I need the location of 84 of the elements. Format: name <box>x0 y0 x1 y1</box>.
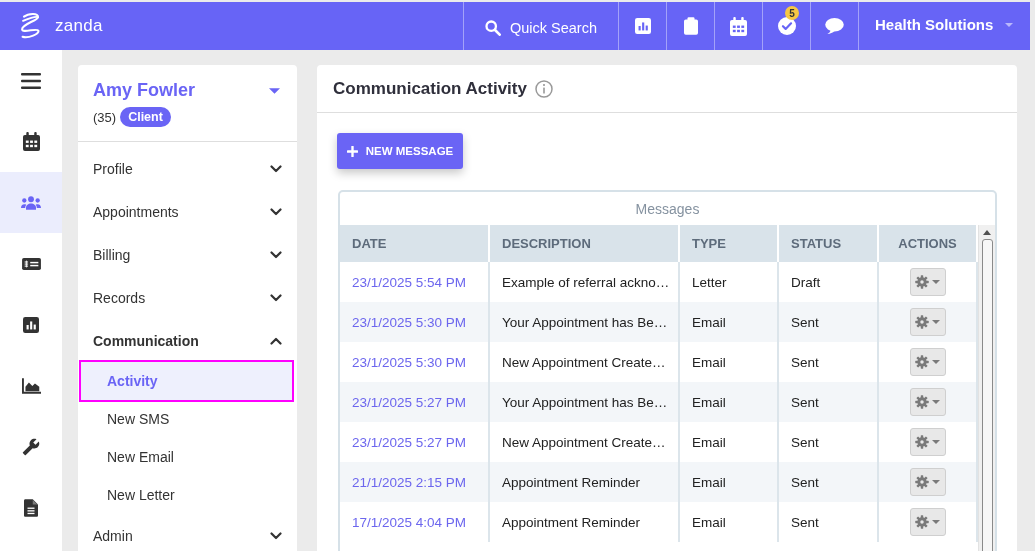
card-icon <box>21 257 41 270</box>
chevron-down-icon <box>270 164 282 173</box>
chevron-down-icon <box>270 293 282 302</box>
date-link[interactable]: 21/1/2025 2:15 PM <box>352 474 467 490</box>
document-icon <box>24 498 38 517</box>
chevron-down-icon <box>270 250 282 259</box>
plus-icon <box>346 145 358 157</box>
caret-icon <box>932 480 940 484</box>
caret-icon <box>932 360 940 364</box>
calendar-icon <box>22 132 40 151</box>
new-message-button[interactable]: NEW MESSAGE <box>337 133 463 169</box>
bar-chart-icon <box>23 316 39 333</box>
gear-icon <box>915 515 929 529</box>
scrollbar[interactable] <box>978 225 995 551</box>
client-badge: Client <box>120 107 171 127</box>
actions-button[interactable] <box>909 428 946 456</box>
actions-button[interactable] <box>909 508 946 536</box>
search-icon <box>484 19 501 36</box>
date-link[interactable]: 23/1/2025 5:27 PM <box>352 394 467 410</box>
gear-icon <box>915 435 929 449</box>
submenu-item[interactable]: Activity <box>81 362 292 400</box>
wrench-icon <box>22 437 40 456</box>
check-circle-icon <box>777 17 796 35</box>
menu-item[interactable]: Communication <box>78 319 297 362</box>
scrollbar-thumb[interactable] <box>981 239 993 551</box>
date-link[interactable]: 17/1/2025 4:04 PM <box>352 514 467 530</box>
date-link[interactable]: 23/1/2025 5:27 PM <box>352 434 467 450</box>
logo-text: zanda <box>55 16 103 36</box>
client-count: (35) <box>93 109 117 125</box>
caret-icon <box>932 520 940 524</box>
menu-item[interactable]: Profile <box>78 147 297 190</box>
quick-search-button[interactable]: Quick Search <box>463 2 618 50</box>
client-name[interactable]: Amy Fowler <box>93 80 196 101</box>
actions-button[interactable] <box>909 388 946 416</box>
submenu-item[interactable]: New Email <box>81 438 292 476</box>
caret-icon <box>932 400 940 404</box>
calendar-icon <box>730 16 747 36</box>
caret-icon <box>932 320 940 324</box>
date-link[interactable]: 23/1/2025 5:30 PM <box>352 314 467 330</box>
caret-icon[interactable] <box>269 87 280 94</box>
chevron-down-icon <box>270 207 282 216</box>
column-header: DESCRIPTION <box>490 225 680 262</box>
menu-icon <box>21 72 41 89</box>
chevron-up-icon <box>270 336 282 345</box>
menu-item[interactable]: Admin <box>78 514 297 551</box>
actions-button[interactable] <box>909 348 946 376</box>
actions-button[interactable] <box>909 308 946 336</box>
info-icon[interactable] <box>534 79 553 98</box>
menu-item[interactable]: Records <box>78 276 297 319</box>
column-header: TYPE <box>680 225 779 262</box>
gear-icon <box>915 395 929 409</box>
bar-chart-icon <box>634 18 651 34</box>
caret-icon <box>932 280 940 284</box>
scroll-up-arrow-icon[interactable] <box>983 230 991 235</box>
caret-icon <box>932 440 940 444</box>
area-chart-icon <box>21 377 41 394</box>
gear-icon <box>915 275 929 289</box>
submenu-item[interactable]: New Letter <box>81 476 292 514</box>
submenu-item[interactable]: New SMS <box>81 400 292 438</box>
date-link[interactable]: 23/1/2025 5:54 PM <box>352 274 467 290</box>
actions-button[interactable] <box>909 268 946 296</box>
page-title: Communication Activity <box>333 78 527 99</box>
column-header: DATE <box>340 225 490 262</box>
chevron-down-icon <box>270 531 282 540</box>
clipboard-icon <box>683 17 698 35</box>
caret-icon <box>1005 22 1014 27</box>
notification-badge: 5 <box>785 6 799 20</box>
menu-item[interactable]: Appointments <box>78 190 297 233</box>
menu-item[interactable]: Billing <box>78 233 297 276</box>
table-cell: Email <box>680 502 779 542</box>
gear-icon <box>915 315 929 329</box>
column-header: ACTIONS <box>879 225 978 262</box>
check-circle-button[interactable]: 5 <box>762 2 810 50</box>
table-cell: Appointment Reminder <box>490 502 680 542</box>
account-menu-button[interactable]: Health Solutions <box>858 2 1030 50</box>
column-header: STATUS <box>779 225 879 262</box>
chat-bubble-icon <box>825 18 844 34</box>
table-caption: Messages <box>635 200 700 217</box>
gear-icon <box>915 475 929 489</box>
table-cell: Sent <box>779 502 879 542</box>
actions-button[interactable] <box>909 468 946 496</box>
people-icon <box>21 195 41 210</box>
date-link[interactable]: 23/1/2025 5:30 PM <box>352 354 467 370</box>
gear-icon <box>915 355 929 369</box>
